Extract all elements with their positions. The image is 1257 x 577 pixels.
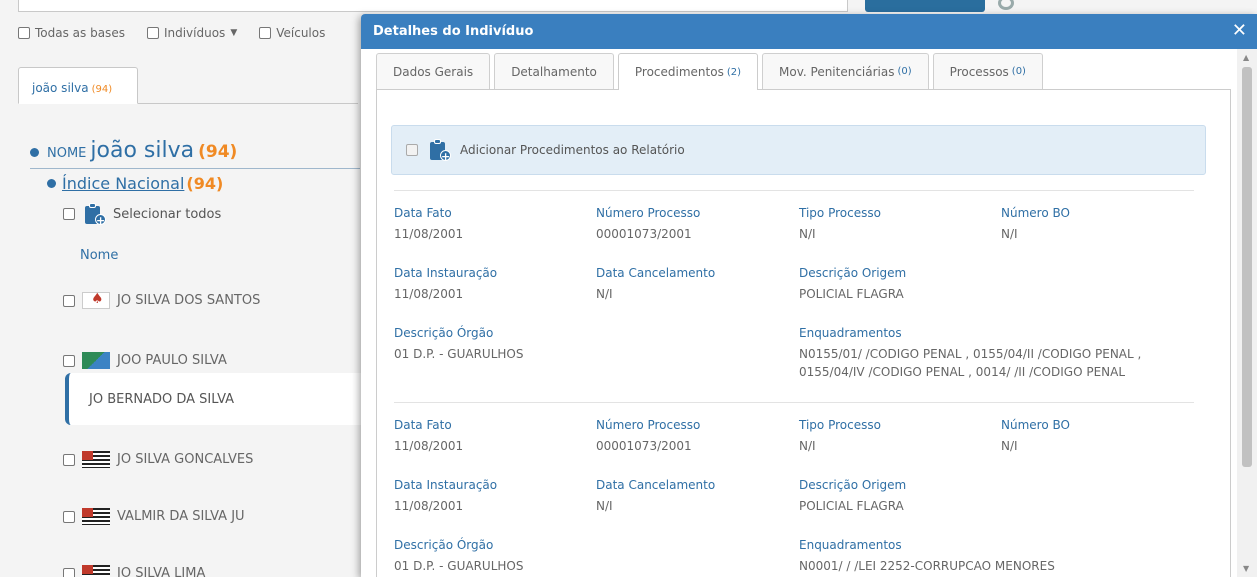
field-data-cancelamento: Data Cancelamento N/I [596,266,716,301]
row-checkbox[interactable] [63,354,75,367]
field-numero-bo: Número BO N/I [1001,418,1070,453]
individual-details-modal: Detalhes do Indivíduo ✕ ▲ ▼ Dados Gerais… [361,14,1257,577]
field-tipo-processo: Tipo Processo N/I [799,206,881,241]
field-data-fato: Data Fato 11/08/2001 [394,418,464,453]
modal-header: Detalhes do Indivíduo ✕ [361,14,1257,49]
loading-icon [998,0,1014,10]
modal-title: Detalhes do Indivíduo [373,24,534,39]
add-procedures-checkbox[interactable] [406,144,418,156]
tab-mov-penitenciarias[interactable]: Mov. Penitenciárias (0) [762,53,929,89]
select-all-row: + Selecionar todos [63,202,221,226]
field-numero-processo: Número Processo 00001073/2001 [596,418,701,453]
field-enquadramentos: Enquadramentos N0001/ / /LEI 2252-CORRUP… [799,538,1055,573]
list-item[interactable]: VALMIR DA SILVA JU [63,508,245,525]
state-flag-icon [82,352,110,369]
list-item[interactable]: JOO PAULO SILVA [63,352,227,369]
modal-body: Dados Gerais Detalhamento Procedimentos(… [361,49,1237,577]
add-to-report-icon[interactable]: + [428,138,451,162]
field-data-instauracao: Data Instauração 11/08/2001 [394,266,498,301]
list-item-selected[interactable]: JO BERNADO DA SILVA [65,373,365,425]
field-descricao-orgao: Descrição Órgão 01 D.P. - GUARULHOS [394,538,524,573]
tab-search-result[interactable]: joão silva (94) [18,67,138,104]
field-descricao-origem: Descrição Origem POLICIAL FLAGRA [799,266,907,301]
scrollbar-thumb[interactable] [1242,67,1252,467]
tab-dados-gerais[interactable]: Dados Gerais [376,53,491,89]
list-item[interactable]: JO SILVA GONCALVES [63,451,253,468]
filter-todas-bases[interactable]: Todas as bases [18,26,125,40]
tab-detalhamento[interactable]: Detalhamento [494,53,614,89]
list-item[interactable]: JO SILVA LIMA [63,565,205,577]
row-checkbox[interactable] [63,294,75,307]
scroll-down-icon[interactable]: ▼ [1243,564,1249,573]
state-flag-icon [82,508,110,525]
checkbox-icon[interactable] [259,27,272,39]
minus-circle-icon[interactable] [30,148,39,157]
filter-individuos[interactable]: Indivíduos ▼ [146,26,238,40]
search-input[interactable] [18,0,848,12]
field-numero-bo: Número BO N/I [1001,206,1070,241]
base-filters: Todas as bases Indivíduos ▼ Veículos [18,26,325,40]
close-icon[interactable]: ✕ [1232,20,1247,41]
divider [394,190,1194,191]
filter-veiculos[interactable]: Veículos [259,26,325,40]
add-procedures-label: Adicionar Procedimentos ao Relatório [460,143,685,157]
tab-procedimentos[interactable]: Procedimentos (2) [617,53,759,90]
field-descricao-orgao: Descrição Órgão 01 D.P. - GUARULHOS [394,326,524,361]
scrollbar[interactable]: ▲ ▼ [1237,49,1257,577]
divider [30,168,360,169]
row-checkbox[interactable] [63,567,75,577]
field-data-instauracao: Data Instauração 11/08/2001 [394,478,498,513]
search-button[interactable] [865,0,985,12]
list-item[interactable]: JO SILVA DOS SANTOS [63,291,260,309]
tab-bar: Dados Gerais Detalhamento Procedimentos(… [376,53,1047,90]
add-to-report-bar: + Adicionar Procedimentos ao Relatório [391,125,1206,175]
caret-down-icon: ▼ [230,28,238,38]
field-numero-processo: Número Processo 00001073/2001 [596,206,701,241]
state-flag-icon [82,451,110,468]
field-enquadramentos: Enquadramentos N0155/01/ /CODIGO PENAL ,… [799,326,1142,379]
tab-processos[interactable]: Processos (0) [932,53,1043,89]
field-data-cancelamento: Data Cancelamento N/I [596,478,716,513]
minus-circle-icon[interactable] [47,179,56,188]
checkbox-icon[interactable] [18,27,30,39]
nome-heading: NOME joão silva (94) [30,138,237,163]
column-header-nome[interactable]: Nome [80,248,118,263]
row-checkbox[interactable] [63,453,75,466]
field-descricao-origem: Descrição Origem POLICIAL FLAGRA [799,478,907,513]
state-flag-icon [82,565,110,577]
indice-nacional-link[interactable]: Índice Nacional [62,174,184,193]
select-all-checkbox[interactable] [63,208,75,220]
indice-nacional-heading: Índice Nacional (94) [47,174,223,193]
row-checkbox[interactable] [63,510,75,523]
field-tipo-processo: Tipo Processo N/I [799,418,881,453]
scroll-up-icon[interactable]: ▲ [1243,53,1249,62]
divider [394,402,1194,403]
checkbox-icon[interactable] [146,27,159,39]
state-flag-icon [82,291,110,309]
field-data-fato: Data Fato 11/08/2001 [394,206,464,241]
add-to-report-icon[interactable]: + [83,202,106,226]
